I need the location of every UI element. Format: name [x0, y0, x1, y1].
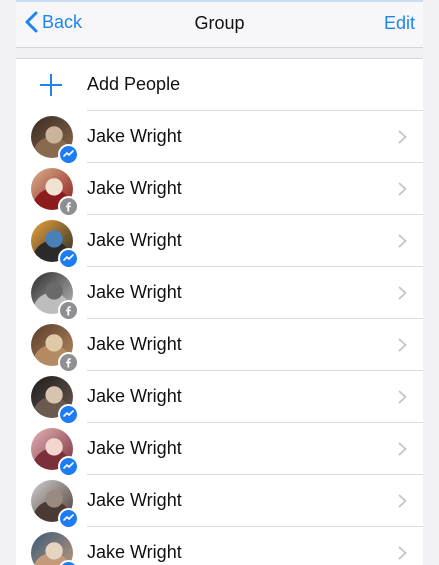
add-people-row[interactable]: Add People [16, 59, 423, 111]
member-row[interactable]: Jake Wright [16, 215, 423, 269]
chevron-right-icon [398, 546, 407, 560]
section-gap [16, 48, 423, 59]
member-name: Jake Wright [87, 282, 182, 302]
edit-button[interactable]: Edit [384, 13, 415, 34]
member-name: Jake Wright [87, 542, 182, 562]
chevron-right-icon [398, 338, 407, 352]
messenger-badge-icon [58, 144, 79, 165]
member-name: Jake Wright [87, 230, 182, 250]
member-row[interactable]: Jake Wright [16, 371, 423, 425]
member-name: Jake Wright [87, 178, 182, 198]
member-name: Jake Wright [87, 438, 182, 458]
member-row[interactable]: Jake Wright [16, 423, 423, 477]
chevron-right-icon [398, 234, 407, 248]
chevron-right-icon [398, 286, 407, 300]
page-title: Group [194, 13, 245, 33]
chevron-right-icon [398, 442, 407, 456]
right-margin [423, 0, 439, 565]
facebook-badge-icon [58, 352, 79, 373]
member-row[interactable]: Jake Wright [16, 527, 423, 565]
chevron-right-icon [398, 390, 407, 404]
member-list: Add People Jake Wright Jake Wright Jake Wr… [16, 59, 423, 565]
add-people-label: Add People [87, 74, 181, 94]
messenger-badge-icon [58, 404, 79, 425]
member-row[interactable]: Jake Wright [16, 163, 423, 217]
member-name: Jake Wright [87, 386, 182, 406]
member-row[interactable]: Jake Wright [16, 475, 423, 529]
member-name: Jake Wright [87, 490, 182, 510]
member-name: Jake Wright [87, 334, 182, 354]
member-row[interactable]: Jake Wright [16, 319, 423, 373]
left-margin [0, 0, 16, 565]
messenger-badge-icon [58, 456, 79, 477]
member-row[interactable]: Jake Wright [16, 111, 423, 165]
messenger-badge-icon [58, 508, 79, 529]
chevron-right-icon [398, 494, 407, 508]
member-row[interactable]: Jake Wright [16, 267, 423, 321]
plus-icon [40, 74, 62, 96]
navigation-bar: Back Group Edit [16, 2, 423, 48]
chevron-right-icon [398, 130, 407, 144]
facebook-badge-icon [58, 196, 79, 217]
member-name: Jake Wright [87, 126, 182, 146]
chevron-right-icon [398, 182, 407, 196]
facebook-badge-icon [58, 300, 79, 321]
messenger-badge-icon [58, 248, 79, 269]
group-screen: Back Group Edit Add People Jake Wright Ja… [0, 0, 439, 565]
